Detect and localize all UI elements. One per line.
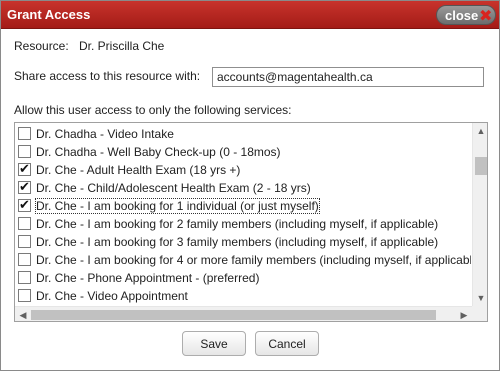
close-button[interactable]: close ✖ bbox=[436, 5, 496, 25]
services-label: Allow this user access to only the follo… bbox=[14, 103, 292, 117]
service-item[interactable]: Dr. Che - Phone Appointment - (preferred… bbox=[15, 269, 471, 287]
service-item[interactable]: Dr. Che - I am booking for 3 family memb… bbox=[15, 233, 471, 251]
service-item[interactable]: Dr. Che - Child/Adolescent Health Exam (… bbox=[15, 179, 471, 197]
service-item[interactable]: Dr. Che - I am booking for 2 family memb… bbox=[15, 215, 471, 233]
service-label: Dr. Che - I am booking for 3 family memb… bbox=[36, 235, 439, 249]
resource-label: Resource: bbox=[14, 39, 69, 53]
service-label: Dr. Che - Child/Adolescent Health Exam (… bbox=[36, 181, 311, 195]
share-label: Share access to this resource with: bbox=[14, 69, 201, 83]
scroll-right-icon[interactable]: ▶ bbox=[456, 307, 472, 321]
horizontal-scrollbar[interactable]: ◀ ▶ bbox=[15, 306, 472, 321]
services-listbox[interactable]: Dr. Chadha - Video Intake Dr. Chadha - We… bbox=[14, 122, 488, 322]
service-label: Dr. Che - I am booking for 1 individual … bbox=[35, 198, 320, 214]
services-list: Dr. Chadha - Video Intake Dr. Chadha - We… bbox=[15, 123, 471, 306]
save-button[interactable]: Save bbox=[182, 331, 246, 356]
service-checkbox[interactable] bbox=[18, 217, 31, 230]
vertical-scrollbar[interactable]: ▲ ▼ bbox=[472, 123, 487, 306]
service-item[interactable]: Dr. Che - I am booking for 4 or more fam… bbox=[15, 251, 471, 269]
vertical-scroll-thumb[interactable] bbox=[475, 157, 487, 175]
service-label: Dr. Che - Video Appointment bbox=[36, 289, 188, 303]
service-label: Dr. Chadha - Video Intake bbox=[36, 127, 174, 141]
grant-access-dialog: Grant Access close ✖ Resource: Dr. Prisc… bbox=[0, 0, 500, 371]
scroll-down-icon[interactable]: ▼ bbox=[473, 290, 487, 306]
service-item[interactable]: Dr. Che - Video Appointment bbox=[15, 287, 471, 305]
scroll-left-icon[interactable]: ◀ bbox=[15, 307, 31, 321]
service-item[interactable]: Dr. Che - I am booking for 1 individual … bbox=[15, 197, 471, 215]
service-checkbox[interactable] bbox=[18, 145, 31, 158]
service-checkbox[interactable] bbox=[18, 271, 31, 284]
service-label: Dr. Che - I am booking for 2 family memb… bbox=[36, 217, 439, 231]
scroll-up-icon[interactable]: ▲ bbox=[473, 123, 487, 139]
dialog-titlebar: Grant Access close ✖ bbox=[1, 1, 499, 29]
service-item[interactable]: Dr. Che - Adult Health Exam (18 yrs +) bbox=[15, 161, 471, 179]
service-checkbox[interactable] bbox=[18, 179, 31, 195]
service-label: Dr. Che - Phone Appointment - (preferred… bbox=[36, 271, 260, 285]
service-checkbox[interactable] bbox=[18, 289, 31, 302]
scrollbar-corner bbox=[472, 306, 487, 321]
close-icon: ✖ bbox=[479, 8, 493, 25]
service-checkbox[interactable] bbox=[18, 235, 31, 248]
share-email-input[interactable] bbox=[212, 67, 484, 87]
horizontal-scroll-thumb[interactable] bbox=[31, 310, 436, 320]
dialog-title: Grant Access bbox=[7, 7, 91, 22]
service-checkbox[interactable] bbox=[18, 197, 31, 213]
service-label: Dr. Chadha - Well Baby Check-up (0 - 18m… bbox=[36, 145, 281, 159]
service-checkbox[interactable] bbox=[18, 161, 31, 177]
close-label: close bbox=[445, 8, 479, 23]
resource-value: Dr. Priscilla Che bbox=[79, 39, 165, 53]
service-checkbox[interactable] bbox=[18, 253, 31, 266]
service-label: Dr. Che - I am booking for 4 or more fam… bbox=[36, 253, 471, 267]
cancel-button[interactable]: Cancel bbox=[255, 331, 319, 356]
service-item[interactable]: Dr. Chadha - Video Intake bbox=[15, 125, 471, 143]
service-checkbox[interactable] bbox=[18, 127, 31, 140]
service-label: Dr. Che - Adult Health Exam (18 yrs +) bbox=[36, 163, 241, 177]
service-item[interactable]: Dr. Chadha - Well Baby Check-up (0 - 18m… bbox=[15, 143, 471, 161]
